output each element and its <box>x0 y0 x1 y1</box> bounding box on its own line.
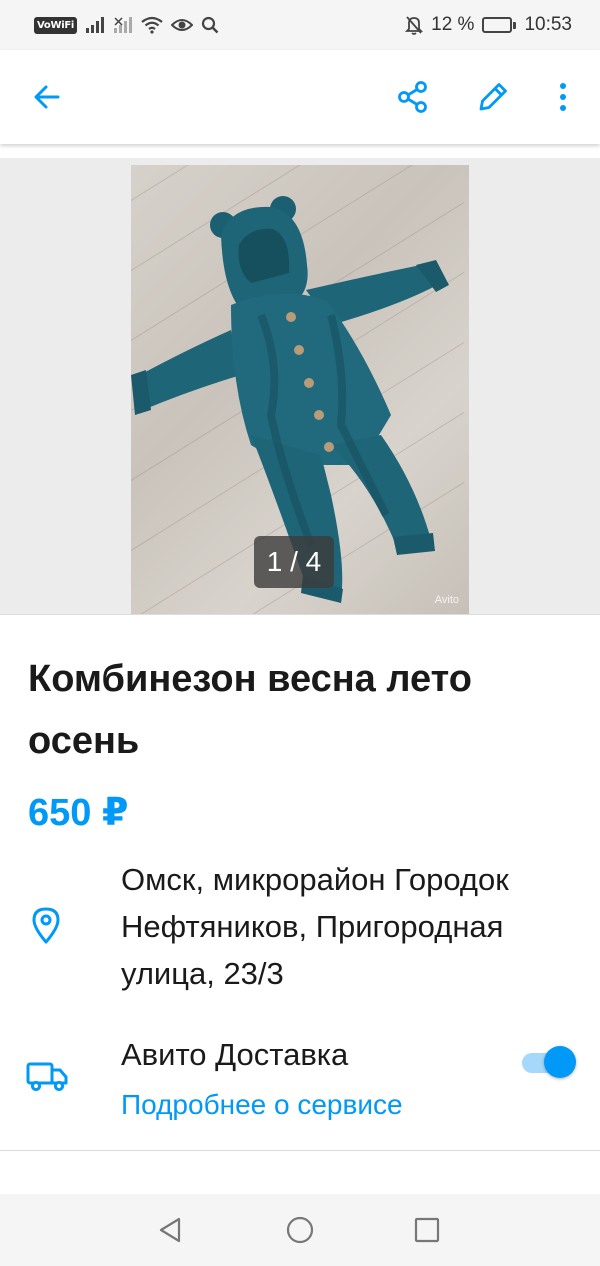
delivery-more-link[interactable]: Подробнее о сервисе <box>121 1082 403 1128</box>
delivery-title: Авито Доставка <box>121 1037 349 1072</box>
share-button[interactable] <box>388 72 438 122</box>
signal-icon <box>85 17 104 33</box>
vowifi-icon: VoWiFi <box>34 16 77 34</box>
location-pin-icon <box>32 907 60 944</box>
listing-price: 650 ₽ <box>28 792 129 834</box>
status-right: 12 % 10:53 <box>405 14 572 36</box>
system-nav-bar <box>0 1194 600 1266</box>
divider <box>0 1150 600 1151</box>
more-button[interactable] <box>538 72 588 122</box>
divider <box>0 614 600 615</box>
status-bar: VoWiFi 12 % 10:53 <box>0 0 600 50</box>
battery-percent: 12 % <box>431 14 475 35</box>
photo-watermark: Avito <box>434 594 459 606</box>
toggle-knob <box>544 1046 576 1078</box>
home-circle-icon <box>286 1216 314 1244</box>
delivery-row: Авито Доставка Подробнее о сервисе <box>0 1030 600 1130</box>
listing-title: Комбинезон весна лето осень <box>28 658 472 762</box>
back-button[interactable] <box>22 72 72 122</box>
toolbar <box>0 50 600 144</box>
address-row[interactable]: Омск, микрорайон Городок Нефтяников, При… <box>0 856 600 996</box>
bell-off-icon <box>405 16 424 35</box>
back-arrow-icon <box>34 85 60 109</box>
recents-square-icon <box>414 1217 440 1243</box>
search-icon <box>201 16 219 34</box>
nav-back-button[interactable] <box>150 1210 190 1250</box>
signal-off-icon <box>113 17 132 33</box>
edit-button[interactable] <box>468 72 518 122</box>
edit-pencil-icon <box>479 83 507 111</box>
nav-home-button[interactable] <box>280 1210 320 1250</box>
clock: 10:53 <box>524 14 572 35</box>
nav-recents-button[interactable] <box>407 1210 447 1250</box>
delivery-toggle[interactable] <box>520 1046 576 1080</box>
share-icon <box>398 81 427 113</box>
more-vert-icon <box>560 83 566 111</box>
photo-counter: 1 / 4 <box>254 536 334 588</box>
wifi-icon <box>141 16 163 34</box>
back-triangle-icon <box>159 1217 181 1243</box>
battery-icon <box>482 17 517 33</box>
status-left: VoWiFi <box>34 16 219 34</box>
delivery-truck-icon <box>26 1062 68 1092</box>
eye-icon <box>170 19 193 31</box>
listing-address: Омск, микрорайон Городок Нефтяников, При… <box>121 862 509 991</box>
